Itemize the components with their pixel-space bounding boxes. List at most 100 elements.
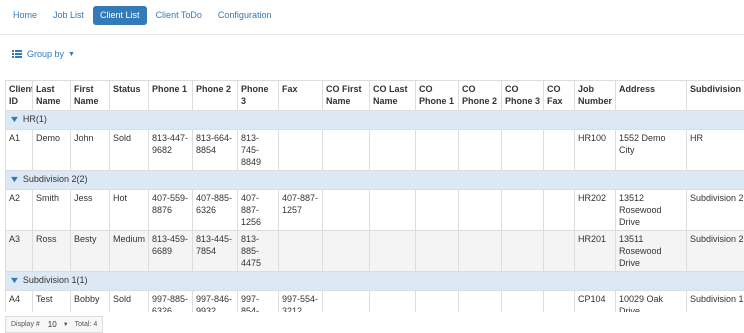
column-header[interactable]: CO Phone 2 <box>459 81 502 111</box>
table-cell: 813-459-6689 <box>149 231 193 272</box>
table-cell <box>459 291 502 313</box>
table-cell: A1 <box>6 130 33 171</box>
table-cell: A3 <box>6 231 33 272</box>
caret-down-icon: ▼ <box>68 51 75 58</box>
table-cell <box>370 231 416 272</box>
column-header[interactable]: Subdivision <box>687 81 744 111</box>
column-header[interactable]: CO Phone 3 <box>502 81 544 111</box>
table-cell: Subdivision 2 <box>687 231 744 272</box>
table-cell: Subdivision 1 <box>687 291 744 313</box>
table-cell: Test <box>33 291 71 313</box>
table-cell <box>502 190 544 231</box>
tab-client-list[interactable]: Client List <box>93 6 147 25</box>
table-cell: 813-664-8854 <box>193 130 238 171</box>
table-cell: 407-885-6326 <box>193 190 238 231</box>
table-row[interactable]: A2SmithJessHot407-559-8876407-885-632640… <box>6 190 744 231</box>
table-cell <box>370 130 416 171</box>
table-cell <box>459 130 502 171</box>
tab-configuration[interactable]: Configuration <box>211 6 279 25</box>
table-cell: Bobby <box>71 291 110 313</box>
column-header[interactable]: First Name <box>71 81 110 111</box>
group-row[interactable]: ▼Subdivision 1(1) <box>6 272 744 291</box>
tab-job-list[interactable]: Job List <box>46 6 91 25</box>
column-header[interactable]: Phone 3 <box>238 81 279 111</box>
table-cell <box>459 190 502 231</box>
total-count: Total: 4 <box>75 321 98 328</box>
top-nav: Home Job List Client List Client ToDo Co… <box>6 6 280 25</box>
table-cell: HR <box>687 130 744 171</box>
column-header[interactable]: Last Name <box>33 81 71 111</box>
table-cell: Hot <box>110 190 149 231</box>
column-header[interactable]: Phone 2 <box>193 81 238 111</box>
column-header[interactable]: Phone 1 <box>149 81 193 111</box>
table-cell <box>370 291 416 313</box>
column-header[interactable]: Job Number <box>575 81 616 111</box>
column-header[interactable]: Client ID <box>6 81 33 111</box>
tab-home[interactable]: Home <box>6 6 44 25</box>
table-row[interactable]: A4TestBobbySold997-885-6326997-846-99329… <box>6 291 744 313</box>
table-cell: 813-445-7854 <box>193 231 238 272</box>
table-cell <box>323 231 370 272</box>
group-row[interactable]: ▼Subdivision 2(2) <box>6 171 744 190</box>
table-cell <box>544 231 575 272</box>
column-header[interactable]: CO Fax <box>544 81 575 111</box>
table-cell: John <box>71 130 110 171</box>
table-cell <box>459 231 502 272</box>
column-header[interactable]: Status <box>110 81 149 111</box>
table-cell: Jess <box>71 190 110 231</box>
column-header[interactable]: CO First Name <box>323 81 370 111</box>
column-header[interactable]: Address <box>616 81 687 111</box>
group-header-cell[interactable]: ▼Subdivision 1(1) <box>6 272 744 291</box>
table-cell <box>502 231 544 272</box>
table-cell: Demo <box>33 130 71 171</box>
group-header-cell[interactable]: ▼HR(1) <box>6 111 744 130</box>
table-cell: 997-554-3212 <box>279 291 323 313</box>
tab-client-todo[interactable]: Client ToDo <box>149 6 209 25</box>
page-size-select[interactable]: 10 <box>48 320 57 329</box>
group-label: HR(1) <box>23 114 47 124</box>
table-cell <box>323 291 370 313</box>
group-by-button[interactable]: Group by ▼ <box>12 49 75 59</box>
table-cell <box>323 190 370 231</box>
table-cell <box>279 231 323 272</box>
caret-down-icon[interactable]: ▼ <box>63 322 69 328</box>
table-cell: 997-854-1254 <box>238 291 279 313</box>
column-header[interactable]: CO Last Name <box>370 81 416 111</box>
table-cell <box>279 130 323 171</box>
table-cell <box>416 190 459 231</box>
group-header-cell[interactable]: ▼Subdivision 2(2) <box>6 171 744 190</box>
table-cell <box>416 130 459 171</box>
table-body: ▼HR(1)A1DemoJohnSold813-447-9682813-664-… <box>6 111 744 313</box>
table-cell: 407-559-8876 <box>149 190 193 231</box>
column-header[interactable]: Fax <box>279 81 323 111</box>
chevron-down-icon[interactable]: ▼ <box>9 274 21 286</box>
display-count-label: Display # <box>11 321 40 328</box>
table-cell <box>502 291 544 313</box>
table-cell <box>544 130 575 171</box>
column-header[interactable]: CO Phone 1 <box>416 81 459 111</box>
table-row[interactable]: A1DemoJohnSold813-447-9682813-664-885481… <box>6 130 744 171</box>
table-cell: A4 <box>6 291 33 313</box>
table-cell: 813-745-8849 <box>238 130 279 171</box>
table-cell <box>323 130 370 171</box>
table-cell <box>544 291 575 313</box>
table-cell: Besty <box>71 231 110 272</box>
group-row[interactable]: ▼HR(1) <box>6 111 744 130</box>
table-cell: 997-885-6326 <box>149 291 193 313</box>
table-cell: CP104 <box>575 291 616 313</box>
table-cell: A2 <box>6 190 33 231</box>
table-cell: 13511 Rosewood Drive <box>616 231 687 272</box>
group-label: Subdivision 2(2) <box>23 174 88 184</box>
table-cell: 997-846-9932 <box>193 291 238 313</box>
table-cell: HR100 <box>575 130 616 171</box>
chevron-down-icon[interactable]: ▼ <box>9 173 21 185</box>
table-cell <box>370 190 416 231</box>
pager: Display # 10 ▼ Total: 4 <box>5 316 103 333</box>
table-cell: 813-447-9682 <box>149 130 193 171</box>
table-cell <box>416 291 459 313</box>
table-cell: 407-887-1256 <box>238 190 279 231</box>
table-row[interactable]: A3RossBestyMedium813-459-6689813-445-785… <box>6 231 744 272</box>
group-by-label: Group by <box>27 49 64 59</box>
chevron-down-icon[interactable]: ▼ <box>9 113 21 125</box>
table-cell: 10029 Oak Drive <box>616 291 687 313</box>
